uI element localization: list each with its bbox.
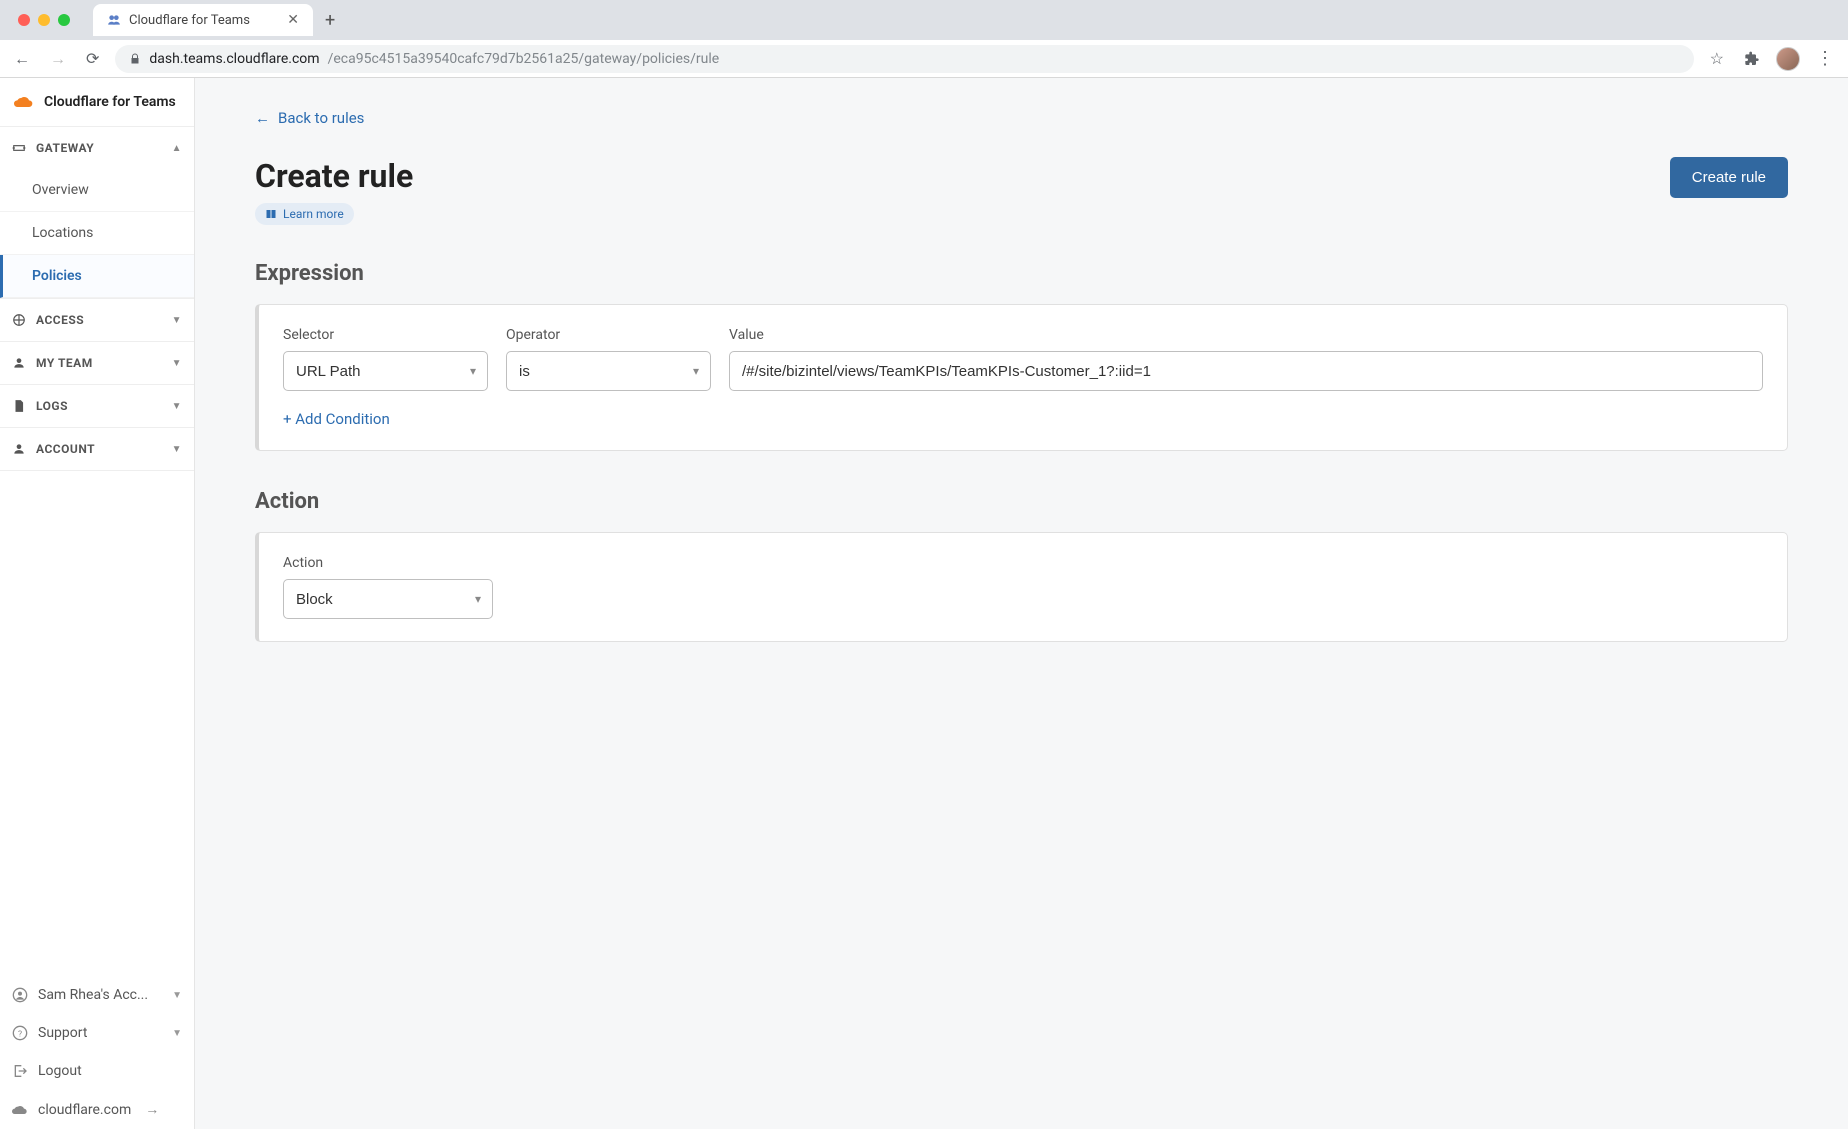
- logo[interactable]: Cloudflare for Teams: [0, 78, 194, 127]
- close-window-button[interactable]: [18, 14, 30, 26]
- value-label: Value: [729, 327, 1763, 343]
- nav-label: ACCESS: [36, 313, 84, 327]
- tab-title: Cloudflare for Teams: [129, 13, 250, 28]
- selector-field: Selector URL Path: [283, 327, 488, 391]
- nav-section-myteam: MY TEAM ▼: [0, 342, 194, 385]
- nav-header-logs[interactable]: LOGS ▼: [0, 385, 194, 427]
- nav-header-account[interactable]: ACCOUNT ▼: [0, 428, 194, 470]
- selector-select[interactable]: URL Path: [283, 351, 488, 391]
- page-title: Create rule: [255, 157, 413, 195]
- sidebar-item-locations[interactable]: Locations: [0, 212, 194, 255]
- nav-label: GATEWAY: [36, 141, 94, 155]
- profile-avatar[interactable]: [1776, 47, 1800, 71]
- operator-label: Operator: [506, 327, 711, 343]
- logo-text: Cloudflare for Teams: [44, 94, 176, 110]
- browser-chrome: Cloudflare for Teams ✕ + ← → ⟳ dash.team…: [0, 0, 1848, 78]
- footer-support[interactable]: ? Support ▼: [0, 1014, 194, 1052]
- nav-section-account: ACCOUNT ▼: [0, 428, 194, 471]
- action-section-title: Action: [255, 489, 1788, 514]
- svg-text:?: ?: [18, 1029, 22, 1039]
- back-button[interactable]: ←: [10, 45, 34, 73]
- nav-header-gateway[interactable]: GATEWAY ▲: [0, 127, 194, 169]
- forward-button[interactable]: →: [46, 45, 70, 73]
- account-icon: [12, 442, 26, 456]
- nav-label: MY TEAM: [36, 356, 93, 370]
- bookmark-star-icon[interactable]: ☆: [1706, 45, 1728, 72]
- access-icon: [12, 313, 26, 327]
- user-circle-icon: [12, 987, 28, 1003]
- value-input[interactable]: [729, 351, 1763, 391]
- help-icon: ?: [12, 1025, 28, 1041]
- cloud-icon: [12, 1104, 28, 1116]
- back-link-label: Back to rules: [278, 109, 364, 127]
- book-icon: [265, 208, 277, 220]
- tab-close-icon[interactable]: ✕: [287, 12, 299, 28]
- chevron-down-icon: ▼: [172, 401, 182, 412]
- footer-account-label: Sam Rhea's Acc...: [38, 987, 148, 1003]
- arrow-right-icon: →: [145, 1101, 159, 1118]
- gateway-icon: [12, 141, 26, 155]
- chevron-down-icon: ▼: [172, 315, 182, 326]
- url-path: /eca95c4515a39540cafc79d7b2561a25/gatewa…: [328, 51, 720, 67]
- action-field: Action Block: [283, 555, 493, 619]
- selector-label: Selector: [283, 327, 488, 343]
- action-label: Action: [283, 555, 493, 571]
- address-bar[interactable]: dash.teams.cloudflare.com/eca95c4515a395…: [115, 45, 1693, 73]
- tab-favicon-icon: [107, 13, 121, 27]
- chevron-up-icon: ▲: [172, 143, 182, 154]
- team-icon: [12, 356, 26, 370]
- lock-icon: [129, 53, 141, 65]
- back-to-rules-link[interactable]: ← Back to rules: [255, 109, 364, 127]
- chevron-down-icon: ▼: [172, 1028, 182, 1039]
- chevron-down-icon: ▼: [172, 990, 182, 1001]
- create-rule-button[interactable]: Create rule: [1670, 157, 1788, 198]
- chevron-down-icon: ▼: [172, 358, 182, 369]
- page-header: Create rule Learn more Create rule: [255, 157, 1788, 225]
- nav-header-access[interactable]: ACCESS ▼: [0, 299, 194, 341]
- sidebar-item-policies[interactable]: Policies: [0, 255, 194, 298]
- sidebar: Cloudflare for Teams GATEWAY ▲ Overview …: [0, 78, 195, 1129]
- logout-icon: [12, 1063, 28, 1079]
- learn-more-label: Learn more: [283, 207, 344, 221]
- nav-section-logs: LOGS ▼: [0, 385, 194, 428]
- learn-more-button[interactable]: Learn more: [255, 203, 354, 225]
- logs-icon: [12, 399, 26, 413]
- address-bar-row: ← → ⟳ dash.teams.cloudflare.com/eca95c45…: [0, 40, 1848, 78]
- add-condition-button[interactable]: + Add Condition: [283, 410, 390, 428]
- nav-section-gateway: GATEWAY ▲ Overview Locations Policies: [0, 127, 194, 299]
- footer-logout-label: Logout: [38, 1063, 82, 1079]
- operator-select[interactable]: is: [506, 351, 711, 391]
- arrow-left-icon: ←: [255, 109, 270, 127]
- expression-card: Selector URL Path Operator is: [255, 304, 1788, 451]
- action-card: Action Block: [255, 532, 1788, 642]
- new-tab-button[interactable]: +: [313, 10, 347, 31]
- nav-label: LOGS: [36, 399, 68, 413]
- footer-account-switcher[interactable]: Sam Rhea's Acc... ▼: [0, 976, 194, 1014]
- action-select[interactable]: Block: [283, 579, 493, 619]
- reload-button[interactable]: ⟳: [82, 45, 103, 72]
- browser-menu-icon[interactable]: ⋮: [1812, 48, 1838, 69]
- value-field: Value: [729, 327, 1763, 391]
- extensions-icon[interactable]: [1740, 47, 1764, 71]
- url-host: dash.teams.cloudflare.com: [149, 51, 319, 67]
- nav-label: ACCOUNT: [36, 442, 95, 456]
- minimize-window-button[interactable]: [38, 14, 50, 26]
- footer-cloudflare-label: cloudflare.com: [38, 1102, 131, 1118]
- nav-section-access: ACCESS ▼: [0, 299, 194, 342]
- tab-bar: Cloudflare for Teams ✕ +: [0, 0, 1848, 40]
- nav-header-myteam[interactable]: MY TEAM ▼: [0, 342, 194, 384]
- window-controls: [10, 14, 78, 26]
- sidebar-item-overview[interactable]: Overview: [0, 169, 194, 212]
- maximize-window-button[interactable]: [58, 14, 70, 26]
- browser-tab[interactable]: Cloudflare for Teams ✕: [93, 4, 313, 36]
- cloudflare-logo-icon: [14, 95, 34, 109]
- operator-field: Operator is: [506, 327, 711, 391]
- chevron-down-icon: ▼: [172, 444, 182, 455]
- app: Cloudflare for Teams GATEWAY ▲ Overview …: [0, 78, 1848, 1129]
- expression-section-title: Expression: [255, 261, 1788, 286]
- footer-support-label: Support: [38, 1025, 87, 1041]
- footer-cloudflare-link[interactable]: cloudflare.com →: [0, 1090, 194, 1129]
- footer-logout[interactable]: Logout: [0, 1052, 194, 1090]
- main-content: ← Back to rules Create rule Learn more C…: [195, 78, 1848, 1129]
